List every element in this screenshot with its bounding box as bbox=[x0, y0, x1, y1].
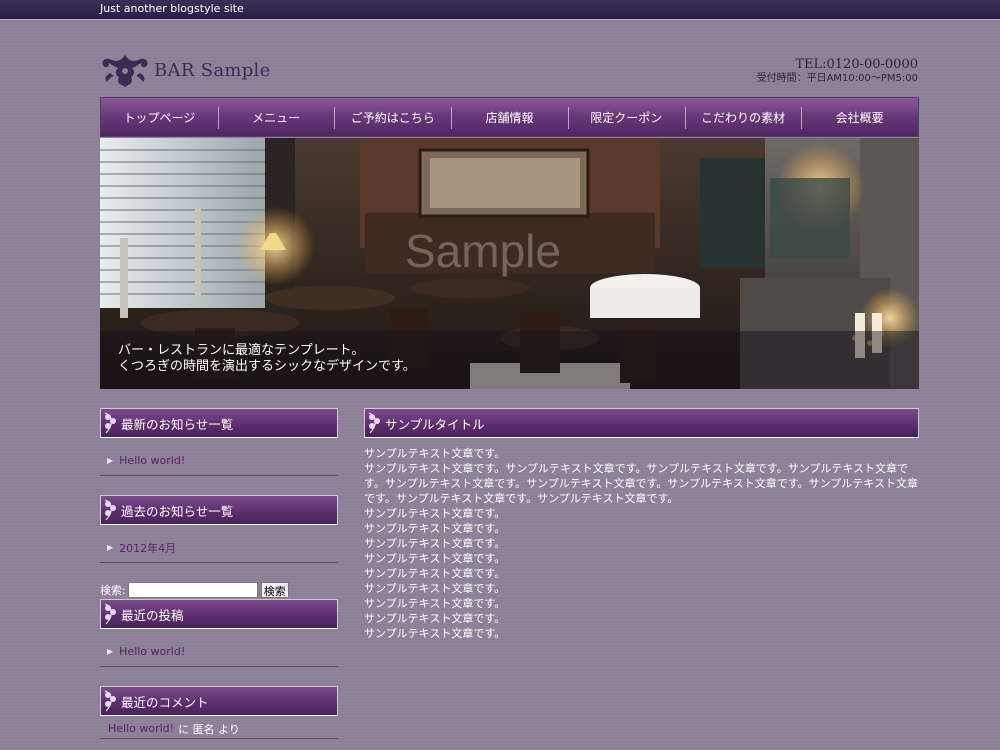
body-paragraph: サンプルテキスト文章です。 bbox=[364, 567, 506, 580]
hero-caption: バー・レストランに最適なテンプレート。 くつろぎの時間を演出するシックなデザイン… bbox=[118, 343, 416, 375]
list-item[interactable]: ▶ Hello world! bbox=[100, 446, 338, 476]
widget-recent-posts-title: 最近の投稿 bbox=[121, 607, 184, 623]
flower-icon bbox=[104, 499, 116, 521]
nav-item-top[interactable]: トップページ bbox=[101, 98, 218, 136]
body-paragraph: サンプルテキスト文章です。サンプルテキスト文章です。サンプルテキスト文章です。サ… bbox=[364, 462, 918, 505]
global-nav: トップページ メニュー ご予約はこちら 店舗情報 限定クーポン こだわりの素材 … bbox=[100, 97, 919, 137]
nav-item-menu[interactable]: メニュー bbox=[217, 98, 335, 136]
main-title-header: サンプルタイトル bbox=[364, 408, 919, 438]
page-title: サンプルタイトル bbox=[385, 416, 485, 432]
widget-recent-comments-header: 最近のコメント bbox=[100, 686, 338, 716]
widget-latest-news-title: 最新のお知らせ一覧 bbox=[121, 416, 234, 432]
body-paragraph: サンプルテキスト文章です。 bbox=[364, 612, 506, 625]
nav-item-store-info[interactable]: 店舗情報 bbox=[451, 98, 568, 136]
body-paragraph: サンプルテキスト文章です。 bbox=[364, 537, 506, 550]
nav-item-coupon[interactable]: 限定クーポン bbox=[567, 98, 685, 136]
archive-link[interactable]: 2012年4月 bbox=[119, 540, 176, 556]
hero-image: Sample バー・レストランに最適なテンプレート。 くつろぎの時間を演出するシ… bbox=[100, 138, 919, 389]
business-hours: 受付時間：平日AM10:00～PM5:00 bbox=[756, 73, 918, 84]
nav-item-ingredients[interactable]: こだわりの素材 bbox=[684, 98, 802, 136]
main-body: サンプルテキスト文章です。 サンプルテキスト文章です。サンプルテキスト文章です。… bbox=[364, 446, 919, 641]
widget-archive-title: 過去のお知らせ一覧 bbox=[121, 503, 234, 519]
triangle-bullet-icon: ▶ bbox=[107, 543, 114, 552]
widget-archive-header: 過去のお知らせ一覧 bbox=[100, 495, 338, 525]
body-paragraph: サンプルテキスト文章です。 bbox=[364, 597, 506, 610]
comment-author-text: に 匿名 より bbox=[178, 722, 240, 736]
flower-icon bbox=[368, 412, 380, 434]
comment-post-link[interactable]: Hello world! bbox=[108, 722, 174, 735]
brand-name: BAR Sample bbox=[154, 59, 271, 81]
nav-item-reservation[interactable]: ご予約はこちら bbox=[334, 98, 451, 136]
widget-latest-news-header: 最新のお知らせ一覧 bbox=[100, 408, 338, 438]
search-input[interactable] bbox=[127, 582, 258, 598]
contact-info: TEL:0120-00-0000 受付時間：平日AM10:00～PM5:00 bbox=[757, 57, 918, 85]
widget-recent-posts-header: 最近の投稿 bbox=[100, 599, 338, 629]
flower-icon bbox=[104, 690, 116, 712]
widget-recent-comments-title: 最近のコメント bbox=[121, 694, 209, 710]
hero-caption-line-1: バー・レストランに最適なテンプレート。 bbox=[118, 343, 365, 358]
flower-icon bbox=[104, 603, 116, 625]
body-paragraph: サンプルテキスト文章です。 bbox=[364, 447, 506, 460]
search-form: 検索: 検索 bbox=[100, 582, 289, 598]
recent-comment-row: Hello world! に 匿名 より bbox=[100, 719, 338, 739]
hero-caption-line-2: くつろぎの時間を演出するシックなデザインです。 bbox=[118, 359, 416, 374]
phone-number: TEL:0120-00-0000 bbox=[795, 57, 918, 72]
crest-icon bbox=[102, 55, 148, 87]
sample-watermark: Sample bbox=[405, 225, 561, 277]
top-bar: Just another blogstyle site bbox=[0, 0, 1000, 20]
nav-item-company[interactable]: 会社概要 bbox=[801, 98, 918, 136]
search-label: 検索: bbox=[100, 584, 126, 597]
body-paragraph: サンプルテキスト文章です。 bbox=[364, 507, 506, 520]
post-link[interactable]: Hello world! bbox=[119, 645, 185, 658]
body-paragraph: サンプルテキスト文章です。 bbox=[364, 582, 506, 595]
flower-icon bbox=[104, 412, 116, 434]
post-link[interactable]: Hello world! bbox=[119, 454, 185, 467]
body-paragraph: サンプルテキスト文章です。 bbox=[364, 552, 506, 565]
triangle-bullet-icon: ▶ bbox=[107, 647, 114, 656]
list-item[interactable]: ▶ 2012年4月 bbox=[100, 533, 338, 563]
site-tagline: Just another blogstyle site bbox=[100, 2, 244, 15]
list-item[interactable]: ▶ Hello world! bbox=[100, 637, 338, 667]
site-logo[interactable]: BAR Sample bbox=[100, 50, 271, 90]
body-paragraph: サンプルテキスト文章です。 bbox=[364, 522, 506, 535]
search-button[interactable]: 検索 bbox=[260, 582, 289, 598]
body-paragraph: サンプルテキスト文章です。 bbox=[364, 627, 506, 640]
triangle-bullet-icon: ▶ bbox=[107, 456, 114, 465]
